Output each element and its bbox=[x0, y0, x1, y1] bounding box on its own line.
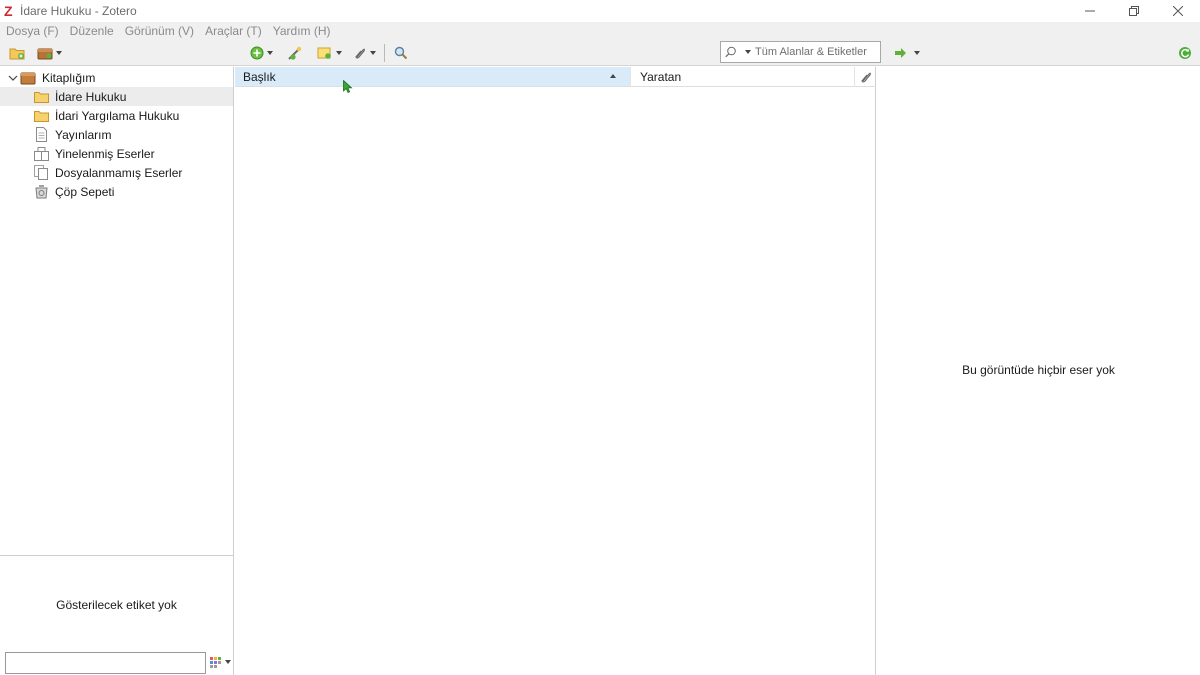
items-pane: Başlık Yaratan bbox=[235, 67, 876, 675]
library-icon bbox=[20, 72, 36, 84]
new-collection-button[interactable] bbox=[9, 43, 25, 63]
item-details-pane: Bu görüntüde hiçbir eser yok bbox=[877, 67, 1200, 675]
mouse-cursor-icon bbox=[343, 80, 353, 94]
toolbar: Tüm Alanlar & Etiketler bbox=[0, 40, 1200, 66]
column-header-label: Yaratan bbox=[640, 69, 682, 84]
minimize-button[interactable] bbox=[1068, 0, 1112, 22]
menu-help[interactable]: Yardım (H) bbox=[273, 24, 331, 38]
column-header-label: Başlık bbox=[243, 69, 276, 84]
collections-pane: Kitaplığım İdare Hukuku İdari Yargılama … bbox=[0, 67, 234, 675]
search-icon bbox=[725, 46, 736, 58]
search-input[interactable]: Tüm Alanlar & Etiketler bbox=[720, 41, 881, 63]
menu-file[interactable]: Dosya (F) bbox=[6, 24, 59, 38]
tree-item-unfiled[interactable]: Dosyalanmamış Eserler bbox=[0, 163, 233, 182]
tag-empty-message: Gösterilecek etiket yok bbox=[56, 598, 177, 612]
add-item-icon bbox=[250, 46, 264, 60]
unfiled-icon bbox=[34, 165, 48, 180]
tree-item-label: Çöp Sepeti bbox=[55, 184, 115, 199]
tree-item-trash[interactable]: Çöp Sepeti bbox=[0, 182, 233, 201]
column-header-attachments[interactable] bbox=[855, 67, 876, 87]
tag-selector: Gösterilecek etiket yok bbox=[0, 555, 233, 675]
tag-actions-button[interactable] bbox=[210, 656, 231, 668]
close-button[interactable] bbox=[1156, 0, 1200, 22]
column-header-creator[interactable]: Yaratan bbox=[631, 67, 855, 87]
search-placeholder: Tüm Alanlar & Etiketler bbox=[755, 46, 867, 58]
tree-item-library[interactable]: Kitaplığım bbox=[0, 68, 233, 87]
tree-item-label: Dosyalanmamış Eserler bbox=[55, 165, 183, 180]
sync-icon bbox=[1179, 47, 1191, 59]
column-header-title[interactable]: Başlık bbox=[235, 67, 631, 87]
tree-item-duplicates[interactable]: Yinelenmiş Eserler bbox=[0, 144, 233, 163]
magnifier-icon bbox=[394, 46, 408, 60]
new-collection-icon bbox=[9, 48, 25, 60]
chevron-down-icon bbox=[56, 51, 62, 55]
library-box-icon bbox=[37, 48, 53, 60]
magic-wand-icon bbox=[288, 46, 302, 60]
locate-button[interactable] bbox=[895, 43, 920, 63]
menu-edit[interactable]: Düzenle bbox=[70, 24, 114, 38]
tree-item-my-publications[interactable]: Yayınlarım bbox=[0, 125, 233, 144]
tag-filter-input[interactable] bbox=[5, 652, 206, 674]
restore-icon bbox=[1129, 6, 1139, 16]
item-pane-empty-message: Bu görüntüde hiçbir eser yok bbox=[962, 363, 1115, 377]
tag-grid-icon bbox=[210, 657, 221, 668]
new-note-button[interactable] bbox=[317, 43, 342, 63]
minimize-icon bbox=[1085, 10, 1095, 12]
chevron-down-icon[interactable] bbox=[8, 73, 18, 83]
menu-bar: Dosya (F) Düzenle Görünüm (V) Araçlar (T… bbox=[0, 22, 1200, 40]
tree-item-idari-yargilama[interactable]: İdari Yargılama Hukuku bbox=[0, 106, 233, 125]
restore-button[interactable] bbox=[1112, 0, 1156, 22]
window-title: İdare Hukuku - Zotero bbox=[20, 4, 137, 18]
paperclip-icon bbox=[355, 48, 365, 59]
chevron-down-icon bbox=[225, 660, 231, 664]
folder-icon bbox=[34, 110, 49, 122]
tree-item-idare-hukuku[interactable]: İdare Hukuku bbox=[0, 87, 233, 106]
tree-item-label: İdari Yargılama Hukuku bbox=[55, 108, 180, 123]
arrow-right-icon bbox=[895, 48, 906, 58]
chevron-down-icon bbox=[267, 51, 273, 55]
window-controls bbox=[1068, 0, 1200, 22]
add-by-identifier-button[interactable] bbox=[287, 43, 303, 63]
title-bar: Z İdare Hukuku - Zotero bbox=[0, 0, 1200, 22]
paperclip-icon bbox=[860, 72, 871, 83]
sort-ascending-icon bbox=[610, 74, 616, 78]
new-item-button[interactable] bbox=[250, 43, 273, 63]
menu-view[interactable]: Görünüm (V) bbox=[125, 24, 194, 38]
folder-icon bbox=[34, 91, 49, 103]
menu-tools[interactable]: Araçlar (T) bbox=[205, 24, 262, 38]
zotero-logo-icon: Z bbox=[4, 3, 13, 19]
advanced-search-button[interactable] bbox=[394, 43, 408, 63]
toolbar-separator bbox=[384, 44, 385, 62]
add-attachment-button[interactable] bbox=[353, 43, 376, 63]
trash-icon bbox=[35, 185, 48, 199]
sync-button[interactable] bbox=[1178, 43, 1192, 63]
tree-item-label: Kitaplığım bbox=[42, 70, 96, 85]
search-mode-chevron-icon[interactable] bbox=[745, 50, 751, 54]
new-library-menu-button[interactable] bbox=[37, 43, 62, 63]
tree-item-label: İdare Hukuku bbox=[55, 89, 127, 104]
close-icon bbox=[1173, 6, 1183, 16]
chevron-down-icon bbox=[336, 51, 342, 55]
chevron-down-icon bbox=[370, 51, 376, 55]
document-icon bbox=[36, 127, 47, 142]
tree-item-label: Yayınlarım bbox=[55, 127, 112, 142]
duplicate-icon bbox=[34, 147, 49, 161]
chevron-down-icon bbox=[914, 51, 920, 55]
tree-item-label: Yinelenmiş Eserler bbox=[55, 146, 155, 161]
note-icon bbox=[317, 47, 331, 59]
